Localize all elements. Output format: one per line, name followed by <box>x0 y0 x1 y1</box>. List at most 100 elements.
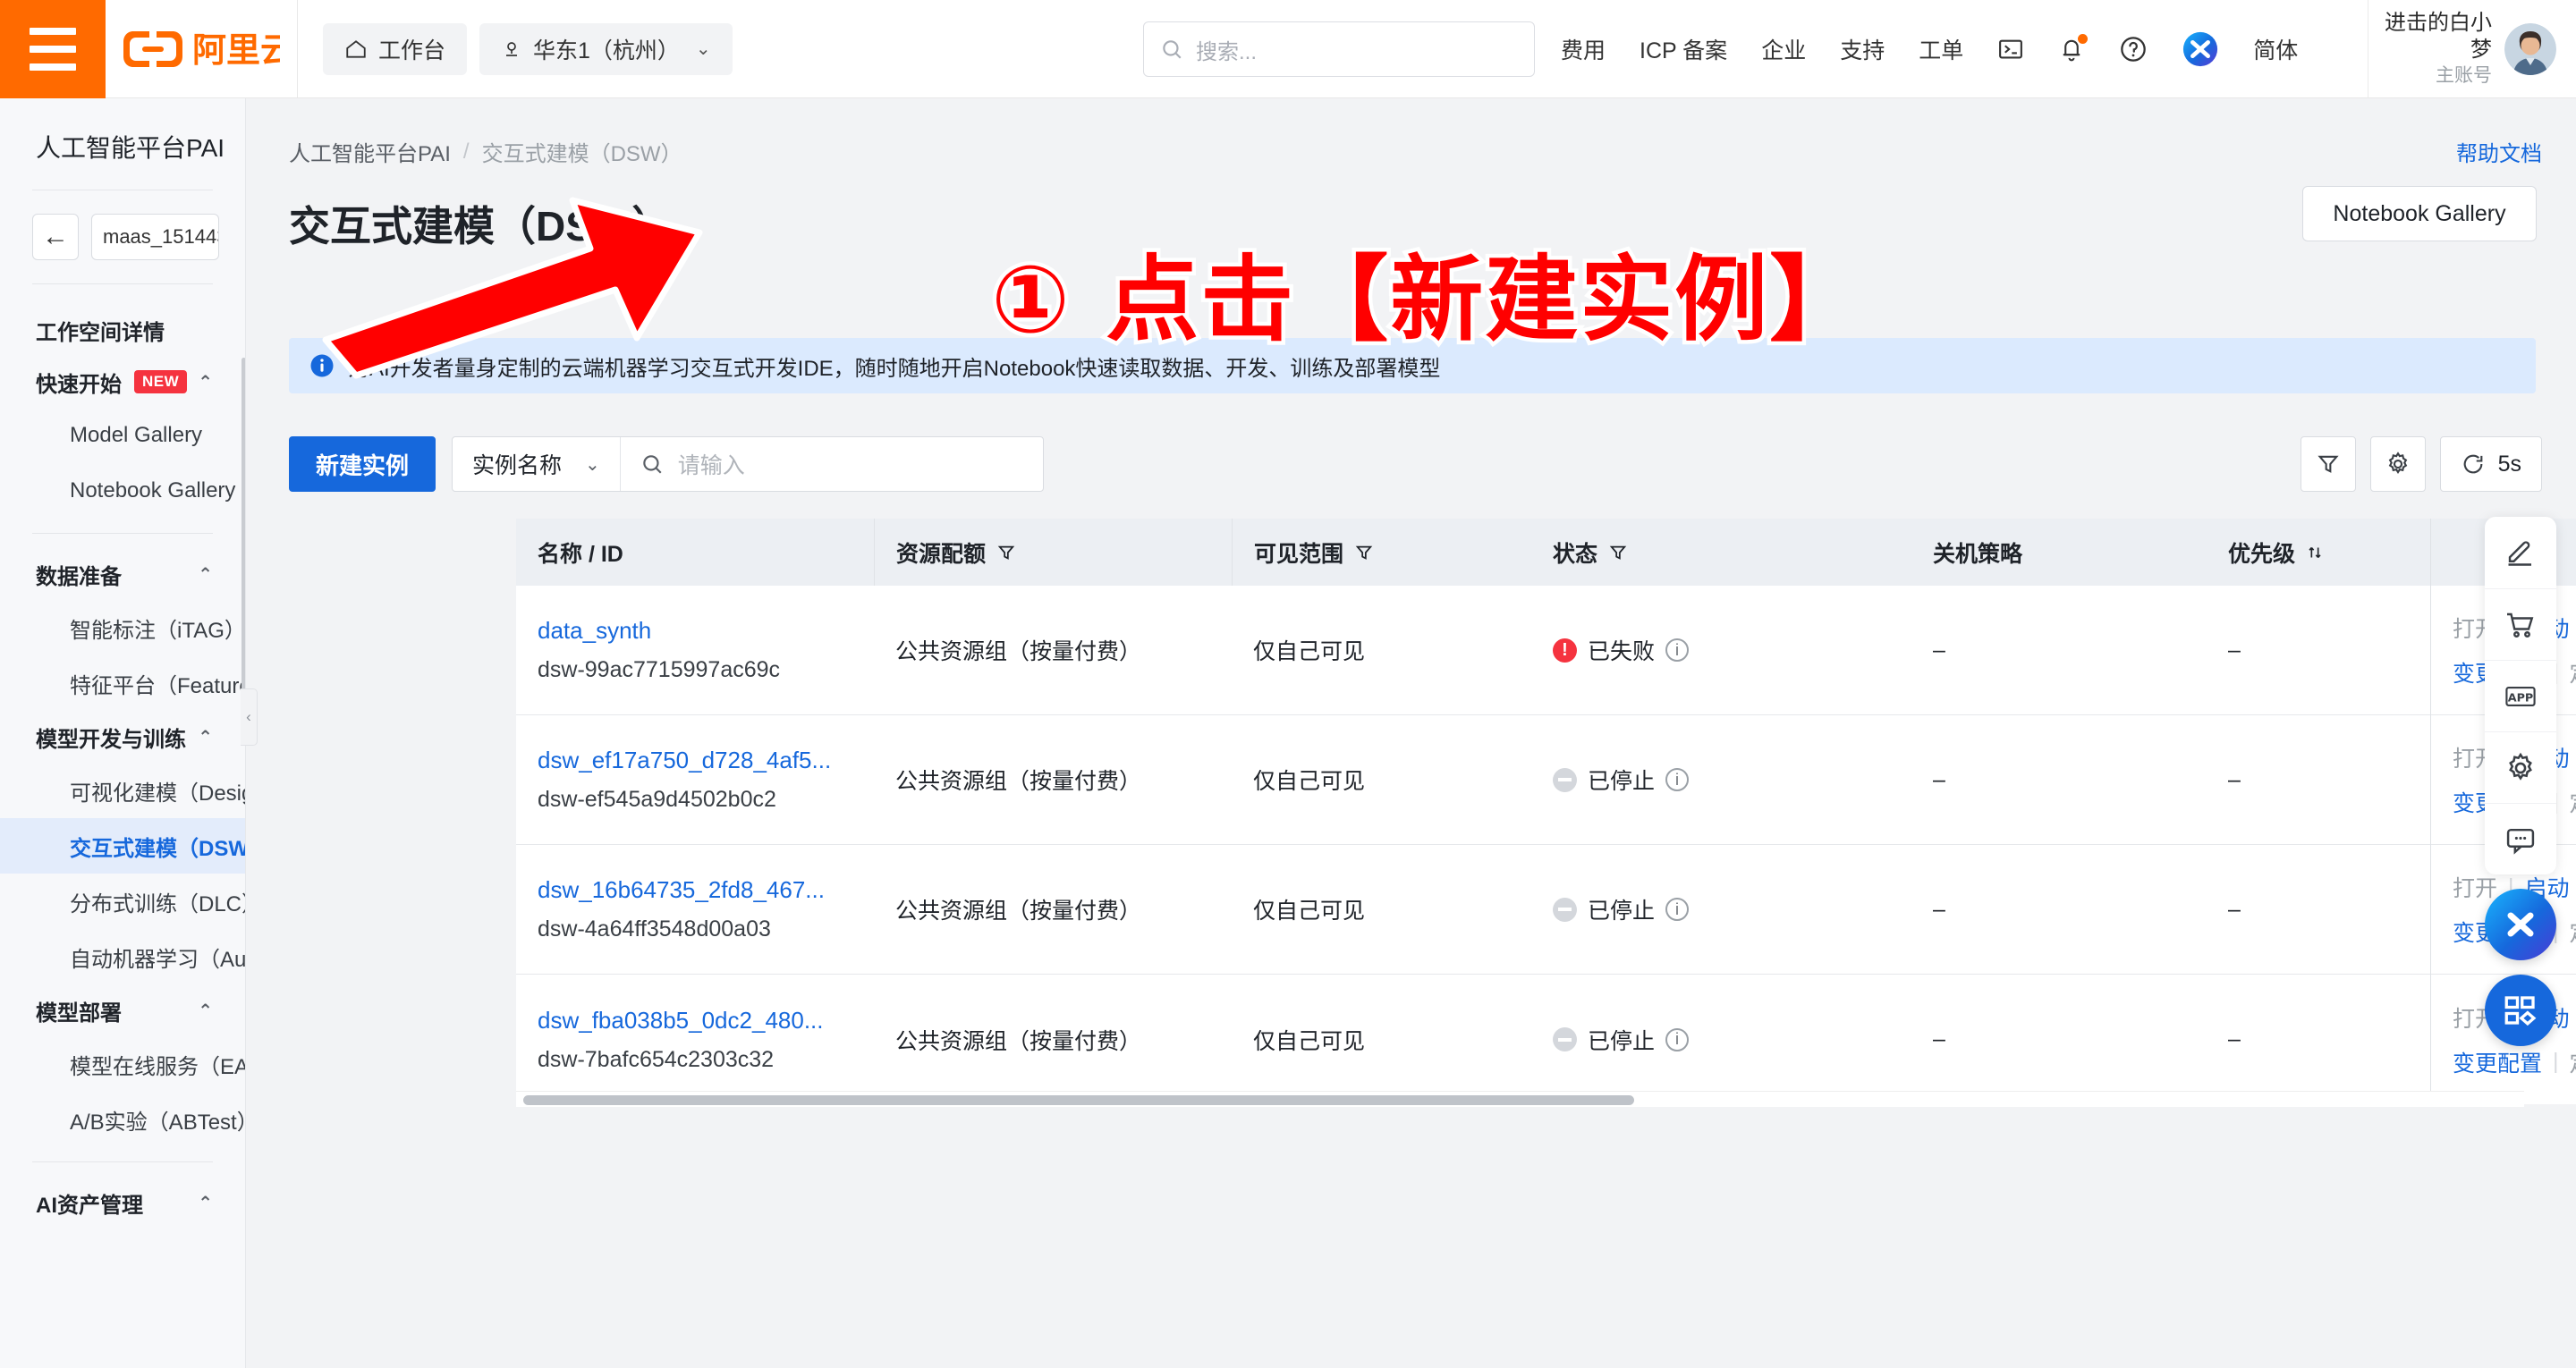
terminal-icon[interactable] <box>1997 36 2024 63</box>
top-nav-pills: 工作台 华东1（杭州） ⌄ <box>323 22 733 75</box>
scrollbar-thumb[interactable] <box>523 1095 1634 1105</box>
top-link-support[interactable]: 支持 <box>1840 33 1885 65</box>
column-header-status[interactable]: 状态 <box>1531 536 1911 569</box>
app-button[interactable]: APP <box>2485 660 2556 731</box>
sidebar-item-dsw[interactable]: 交互式建模（DSW） <box>0 818 245 874</box>
workbench-button[interactable]: 工作台 <box>323 22 468 75</box>
stopped-icon <box>1553 1027 1577 1051</box>
aliyun-logo[interactable]: 阿里云 <box>106 0 298 98</box>
avatar[interactable] <box>2504 23 2556 75</box>
table-row[interactable]: data_synth dsw-99ac7715997ac69c 公共资源组（按量… <box>516 585 2576 715</box>
instance-name-link[interactable]: data_synth <box>538 617 874 645</box>
sidebar-item-model-gallery[interactable]: Model Gallery <box>0 408 245 463</box>
left-sidebar: 人工智能平台PAI ← maas_151443822996... ⌄ 工作空间详… <box>0 98 246 1368</box>
op-scheduled-shutdown[interactable]: 定时关机设置 <box>2570 656 2576 688</box>
help-doc-link[interactable]: 帮助文档 <box>2456 136 2542 167</box>
top-link-enterprise[interactable]: 企业 <box>1761 33 1806 65</box>
instance-name-link[interactable]: dsw_16b64735_2fd8_467... <box>538 876 874 904</box>
region-selector[interactable]: 华东1（杭州） ⌄ <box>479 22 733 75</box>
cart-button[interactable] <box>2485 588 2556 660</box>
top-link-ticket[interactable]: 工单 <box>1919 33 1963 65</box>
cell-scope: 仅自己可见 <box>1253 1028 1366 1054</box>
sidebar-collapse-toggle[interactable]: ‹ <box>241 688 258 746</box>
chevron-down-icon: ⌄ <box>695 39 711 59</box>
cell-priority: – <box>2228 637 2241 663</box>
sort-icon <box>2309 546 2321 558</box>
cell-status: 已停止 i <box>1531 1024 1911 1056</box>
cell-priority: – <box>2228 1026 2241 1051</box>
feedback-pencil-button[interactable] <box>2485 517 2556 588</box>
sidebar-item-notebook-gallery[interactable]: Notebook Gallery <box>0 463 245 519</box>
column-header-scope[interactable]: 可见范围 <box>1232 519 1531 586</box>
stopped-icon <box>1553 767 1577 792</box>
user-role: 主账号 <box>2436 64 2492 86</box>
settings-button[interactable] <box>2369 436 2426 492</box>
help-circle-icon[interactable] <box>2119 35 2148 63</box>
top-link-icp[interactable]: ICP 备案 <box>1640 33 1727 65</box>
sidebar-item-designer[interactable]: 可视化建模（Designer） <box>0 763 245 818</box>
sidebar-group-ai-assets[interactable]: AI资产管理 ⌃ <box>0 1177 245 1229</box>
top-link-fee[interactable]: 费用 <box>1561 33 1606 65</box>
table-row[interactable]: dsw_16b64735_2fd8_467... dsw-4a64ff3548d… <box>516 844 2576 975</box>
breadcrumb-item-pai[interactable]: 人工智能平台PAI <box>289 136 451 167</box>
main-content: 人工智能平台PAI / 交互式建模（DSW） 帮助文档 交互式建模（DSW） N… <box>246 98 2576 1368</box>
instances-table-container: 名称 / ID 资源配额 可见范围 状态 关机策略 优先级 data_synth… <box>516 519 2576 1104</box>
info-icon[interactable]: i <box>1665 768 1690 791</box>
language-selector[interactable]: 简体 <box>2253 33 2298 65</box>
xtrace-fab-button[interactable] <box>2485 889 2556 960</box>
global-search-input[interactable]: 搜索... <box>1143 21 1535 77</box>
op-scheduled-shutdown[interactable]: 定时关机设置 <box>2570 786 2576 818</box>
user-text-block: 进击的白小梦 主账号 <box>2368 10 2492 89</box>
sidebar-item-featurestore[interactable]: 特征平台（FeatureStore） <box>0 655 245 711</box>
op-scheduled-shutdown[interactable]: 定时关机设置 <box>2570 916 2576 948</box>
bell-icon[interactable] <box>2058 34 2089 63</box>
cell-shutdown-policy: – <box>1933 896 1945 922</box>
sidebar-item-abtest[interactable]: A/B实验（ABTest） <box>0 1092 245 1147</box>
region-label: 华东1（杭州） <box>533 38 680 63</box>
table-row[interactable]: dsw_ef17a750_d728_4af5... dsw-ef545a9d45… <box>516 714 2576 845</box>
status-text: 已停止 <box>1588 769 1656 794</box>
instance-name-link[interactable]: dsw_fba038b5_0dc2_480... <box>538 1007 874 1034</box>
info-icon[interactable]: i <box>1665 898 1690 921</box>
filter-field-select[interactable]: 实例名称 ⌄ <box>453 437 621 491</box>
info-banner-text: 为AI开发者量身定制的云端机器学习交互式开发IDE，随时随地开启Notebook… <box>348 356 1441 381</box>
xtrace-icon[interactable] <box>2182 30 2219 68</box>
info-icon[interactable]: i <box>1665 638 1690 662</box>
filter-button[interactable] <box>2300 436 2356 492</box>
column-header-quota[interactable]: 资源配额 <box>874 519 1232 586</box>
sidebar-item-workspace-detail[interactable]: 工作空间详情 <box>0 304 245 356</box>
floating-action-rail: APP <box>2485 517 2556 1046</box>
op-change-config[interactable]: 变更配置 <box>2453 1046 2542 1078</box>
menu-toggle-button[interactable] <box>0 0 106 98</box>
chat-button[interactable] <box>2485 803 2556 874</box>
settings-rail-button[interactable] <box>2485 731 2556 803</box>
cell-status: 已停止 i <box>1531 893 1911 925</box>
table-row[interactable]: dsw_fba038b5_0dc2_480... dsw-7bafc654c23… <box>516 975 2576 1104</box>
sidebar-group-quickstart[interactable]: 快速开始 NEW ⌃ <box>0 356 245 408</box>
column-header-priority[interactable]: 优先级 <box>2207 536 2430 569</box>
sidebar-group-model-dev[interactable]: 模型开发与训练 ⌃ <box>0 711 245 763</box>
workspace-select[interactable]: maas_151443822996... ⌄ <box>91 214 219 260</box>
instance-id: dsw-4a64ff3548d00a03 <box>538 916 771 942</box>
table-horizontal-scrollbar[interactable] <box>516 1091 2524 1107</box>
notebook-gallery-button[interactable]: Notebook Gallery <box>2302 186 2537 241</box>
info-icon[interactable]: i <box>1665 1027 1690 1051</box>
sidebar-item-dlc[interactable]: 分布式训练（DLC） <box>0 874 245 929</box>
user-account-menu[interactable]: 进击的白小梦 主账号 <box>2368 0 2576 98</box>
sidebar-group-data-prep[interactable]: 数据准备 ⌃ <box>0 548 245 600</box>
workspace-selector-row: ← maas_151443822996... ⌄ <box>0 190 245 260</box>
gear-icon <box>2509 752 2532 781</box>
sidebar-group-model-deploy[interactable]: 模型部署 ⌃ <box>0 984 245 1036</box>
refresh-interval-button[interactable]: 5s <box>2439 436 2542 492</box>
sidebar-item-automl[interactable]: 自动机器学习（AutoML） <box>0 929 245 984</box>
table-search-input[interactable]: 请输入 <box>621 437 1043 491</box>
instance-name-link[interactable]: dsw_ef17a750_d728_4af5... <box>538 747 874 774</box>
back-arrow-icon[interactable]: ← <box>32 214 79 260</box>
apps-fab-button[interactable] <box>2485 975 2556 1046</box>
sidebar-item-itag[interactable]: 智能标注（iTAG） <box>0 600 245 655</box>
new-instance-button[interactable]: 新建实例 <box>289 436 436 492</box>
instances-table: 名称 / ID 资源配额 可见范围 状态 关机策略 优先级 data_synth… <box>516 519 2576 1104</box>
sidebar-workspace-detail-label: 工作空间详情 <box>36 320 165 345</box>
sidebar-item-eas[interactable]: 模型在线服务（EAS） <box>0 1036 245 1092</box>
op-scheduled-shutdown[interactable]: 定时关机设置 <box>2570 1046 2576 1078</box>
